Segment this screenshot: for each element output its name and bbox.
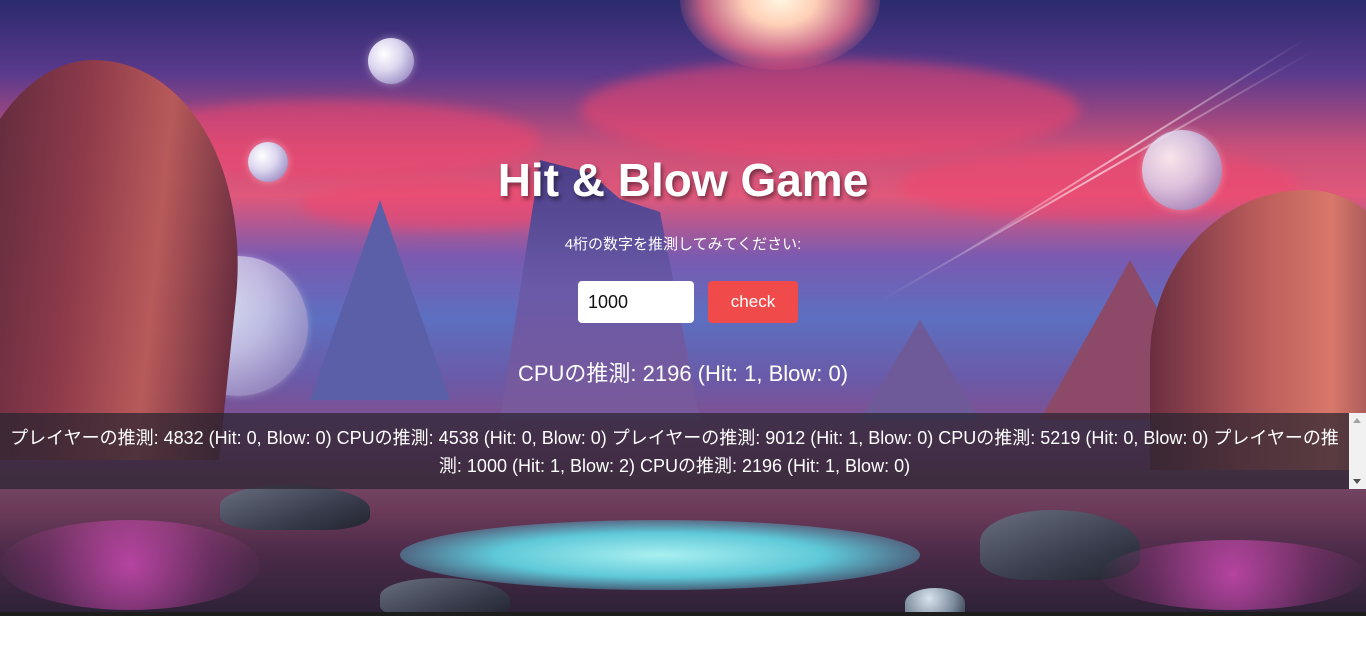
cloud (580, 60, 1080, 160)
scroll-down-arrow-icon[interactable] (1353, 479, 1361, 484)
planet (368, 38, 414, 84)
history-scrollbar[interactable] (1349, 413, 1366, 489)
scroll-up-arrow-icon[interactable] (1353, 418, 1361, 423)
flowers (1100, 540, 1366, 610)
guess-history-text: プレイヤーの推測: 4832 (Hit: 0, Blow: 0) CPUの推測:… (10, 428, 1339, 476)
game-title: Hit & Blow Game (497, 154, 869, 206)
lake (400, 520, 920, 590)
guess-input[interactable] (578, 281, 694, 323)
cpu-guess-result: CPUの推測: 2196 (Hit: 1, Blow: 0) (517, 361, 849, 386)
rock (905, 588, 965, 612)
flowers (0, 520, 260, 610)
check-button[interactable]: check (708, 281, 798, 323)
page-bottom-border (0, 612, 1366, 616)
instruction-text: 4桁の数字を推測してみてください: (564, 236, 802, 253)
guess-history-panel: プレイヤーの推測: 4832 (Hit: 0, Blow: 0) CPUの推測:… (0, 413, 1349, 489)
